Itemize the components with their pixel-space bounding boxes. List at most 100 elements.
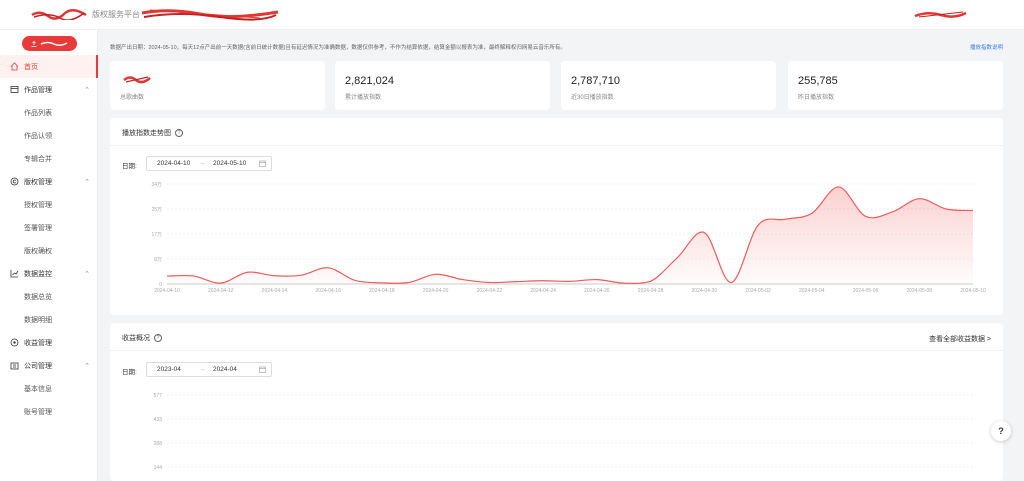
sidebar-item-3[interactable]: 作品认领 — [0, 124, 98, 147]
redacted-stat-value — [123, 76, 151, 84]
data-point[interactable] — [166, 275, 169, 278]
x-tick-label: 2024-04-20 — [423, 288, 449, 294]
main-content: 数据产出日期：2024-05-10，每天12点产出前一天数据(含前日统计数据)且… — [98, 30, 1024, 481]
play-index-help-link[interactable]: 播放指数说明 — [970, 43, 1003, 51]
data-point[interactable] — [407, 281, 410, 284]
x-tick-label: 2024-04-22 — [477, 288, 503, 294]
data-point[interactable] — [434, 273, 437, 276]
sidebar-item-1[interactable]: 作品管理 ⌃ — [0, 78, 98, 101]
stat-label: 累计播放指数 — [345, 95, 382, 101]
x-tick-label: 2024-04-16 — [315, 288, 341, 294]
end-date[interactable]: 2024-05-10 — [213, 160, 246, 167]
sidebar-item-6[interactable]: 授权管理 — [0, 193, 98, 216]
works-icon — [10, 85, 19, 94]
sidebar-item-7[interactable]: 签署管理 — [0, 216, 98, 239]
x-tick-label: 2024-04-26 — [584, 288, 610, 294]
data-point[interactable] — [300, 274, 303, 277]
divider — [110, 145, 1003, 146]
sidebar-item-4[interactable]: 专辑合并 — [0, 147, 98, 170]
data-point[interactable] — [676, 256, 679, 259]
data-point[interactable] — [542, 279, 545, 282]
data-point[interactable] — [354, 279, 357, 282]
help-icon[interactable]: ? — [175, 129, 183, 137]
income-icon — [10, 338, 19, 347]
stat-card-total-songs: 总歌曲数 — [110, 61, 325, 110]
sidebar-item-label: 公司管理 — [24, 362, 52, 370]
trend-date-range-picker[interactable]: 2024-04-10 → 2024-05-10 — [146, 156, 272, 171]
data-point[interactable] — [488, 281, 491, 284]
sidebar-item-label: 数据监控 — [24, 270, 52, 278]
view-all-income-link[interactable]: 查看全部收益数据 > — [929, 334, 991, 344]
upload-button[interactable] — [22, 36, 77, 51]
data-point[interactable] — [783, 218, 786, 221]
data-point[interactable] — [891, 210, 894, 213]
income-date-range-picker[interactable]: 2023-04 → 2024-04 — [146, 362, 272, 377]
data-point[interactable] — [864, 215, 867, 218]
start-date[interactable]: 2023-04 — [157, 366, 181, 373]
data-point[interactable] — [515, 280, 518, 283]
data-point[interactable] — [945, 208, 948, 211]
income-chart: 577 433 288 144 — [154, 393, 973, 471]
panel-title: 收益概况 ? — [122, 333, 162, 343]
data-point[interactable] — [273, 274, 276, 277]
sidebar-item-11[interactable]: 数据明细 — [0, 308, 98, 331]
panel-title-text: 播放指数走势图 — [122, 130, 171, 137]
sidebar-item-label: 版权管理 — [24, 178, 52, 186]
x-tick-label: 2024-04-18 — [369, 288, 395, 294]
company-icon — [10, 361, 19, 370]
y-tick-label: 25万 — [151, 207, 162, 213]
data-point[interactable] — [810, 212, 813, 215]
data-point[interactable] — [622, 282, 625, 285]
sidebar-item-label: 账号管理 — [24, 408, 52, 416]
sidebar-item-2[interactable]: 作品列表 — [0, 101, 98, 124]
data-point[interactable] — [730, 281, 733, 284]
copyright-icon — [10, 177, 19, 186]
data-point[interactable] — [192, 275, 195, 278]
platform-name: 版权服务平台 — [92, 10, 140, 19]
data-point[interactable] — [246, 271, 249, 274]
panel-title-text: 收益概况 — [122, 335, 150, 342]
help-icon[interactable]: ? — [154, 334, 162, 342]
x-tick-label: 2024-04-14 — [262, 288, 288, 294]
x-tick-label: 2024-04-28 — [638, 288, 664, 294]
data-point[interactable] — [918, 197, 921, 200]
sidebar-item-8[interactable]: 版权确权 — [0, 239, 98, 262]
stat-value: 255,785 — [798, 75, 838, 87]
data-point[interactable] — [703, 231, 706, 234]
stat-value: 2,821,024 — [345, 75, 394, 87]
sidebar-item-13[interactable]: 公司管理 ⌃ — [0, 354, 98, 377]
data-point[interactable] — [649, 280, 652, 283]
x-tick-label: 2024-04-30 — [692, 288, 718, 294]
sidebar-item-9[interactable]: 数据监控 ⌃ — [0, 262, 98, 285]
redacted-button-label — [40, 41, 68, 47]
income-panel: 收益概况 ? 查看全部收益数据 > 日期: 2023-04 → 2024-04 … — [110, 323, 1003, 481]
data-point[interactable] — [461, 278, 464, 281]
sidebar: 首页 作品管理 ⌃ 作品列表 作品认领 专辑合并 版权管理 ⌃ 授权管理 签署管理 版权确权 数据监控… — [0, 30, 98, 481]
stat-value: 2,787,710 — [571, 75, 620, 87]
data-point[interactable] — [327, 266, 330, 269]
data-notice: 数据产出日期：2024-05-10，每天12点产出前一天数据(含前日统计数据)且… — [110, 45, 566, 51]
end-date[interactable]: 2024-04 — [213, 366, 237, 373]
help-float-button[interactable]: ? — [991, 421, 1011, 441]
chevron-up-icon: ⌃ — [84, 179, 90, 186]
start-date[interactable]: 2024-04-10 — [157, 160, 190, 167]
sidebar-item-15[interactable]: 账号管理 — [0, 400, 98, 423]
sidebar-item-label: 数据总览 — [24, 293, 52, 301]
redacted-logo — [31, 9, 87, 20]
data-point[interactable] — [972, 209, 975, 212]
sidebar-item-0[interactable]: 首页 — [0, 55, 98, 78]
chevron-up-icon: ⌃ — [84, 87, 90, 94]
sidebar-item-12[interactable]: 收益管理 — [0, 331, 98, 354]
redacted-username[interactable] — [913, 9, 968, 19]
data-point[interactable] — [569, 280, 572, 283]
data-point[interactable] — [757, 224, 760, 227]
data-point[interactable] — [595, 278, 598, 281]
data-point[interactable] — [380, 281, 383, 284]
sidebar-item-14[interactable]: 基本信息 — [0, 377, 98, 400]
data-point[interactable] — [219, 282, 222, 285]
range-arrow: → — [199, 366, 206, 373]
sidebar-item-5[interactable]: 版权管理 ⌃ — [0, 170, 98, 193]
sidebar-item-10[interactable]: 数据总览 — [0, 285, 98, 308]
stat-card-30day-play-index: 2,787,710 近30日播放指数 — [561, 61, 776, 110]
data-point[interactable] — [837, 185, 840, 188]
